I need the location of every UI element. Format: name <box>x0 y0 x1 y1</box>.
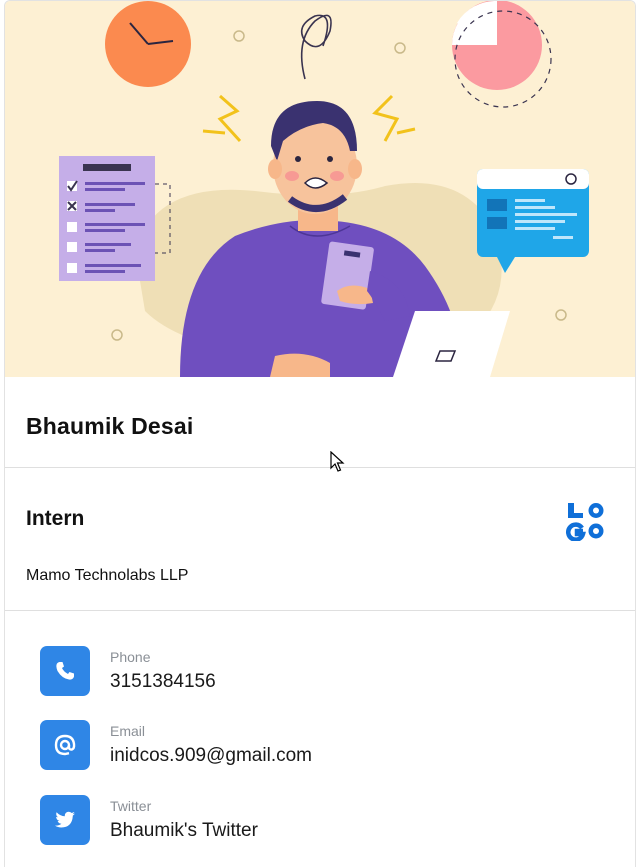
role-section: Intern Mamo Technolabs LLP <box>5 468 635 611</box>
hero-illustration <box>5 1 635 377</box>
company-logo <box>566 503 604 541</box>
contact-label: Phone <box>110 649 151 665</box>
twitter-icon[interactable] <box>40 795 90 845</box>
contact-value[interactable]: 3151384156 <box>110 671 216 693</box>
stressed-worker-illustration <box>59 1 589 377</box>
contact-label: Twitter <box>110 798 152 814</box>
name-section: Bhaumik Desai <box>5 377 635 468</box>
at-icon[interactable] <box>40 720 90 770</box>
contact-email[interactable]: Email inidcos.909@gmail.com <box>40 720 600 780</box>
phone-glyph <box>56 662 74 680</box>
contact-value[interactable]: Bhaumik's Twitter <box>110 820 258 842</box>
phone-icon[interactable] <box>40 646 90 696</box>
profile-role: Intern <box>26 507 85 530</box>
profile-name: Bhaumik Desai <box>26 413 194 439</box>
mouse-cursor-icon <box>330 451 345 472</box>
company-name: Mamo Technolabs LLP <box>26 567 189 584</box>
profile-card: Bhaumik Desai Intern Mamo Technolabs LLP… <box>4 0 636 867</box>
contact-phone[interactable]: Phone 3151384156 <box>40 646 600 706</box>
contact-value[interactable]: inidcos.909@gmail.com <box>110 745 312 767</box>
at-glyph <box>54 734 76 756</box>
contact-label: Email <box>110 723 146 739</box>
twitter-glyph <box>55 811 75 828</box>
contact-twitter[interactable]: Twitter Bhaumik's Twitter <box>40 795 600 855</box>
